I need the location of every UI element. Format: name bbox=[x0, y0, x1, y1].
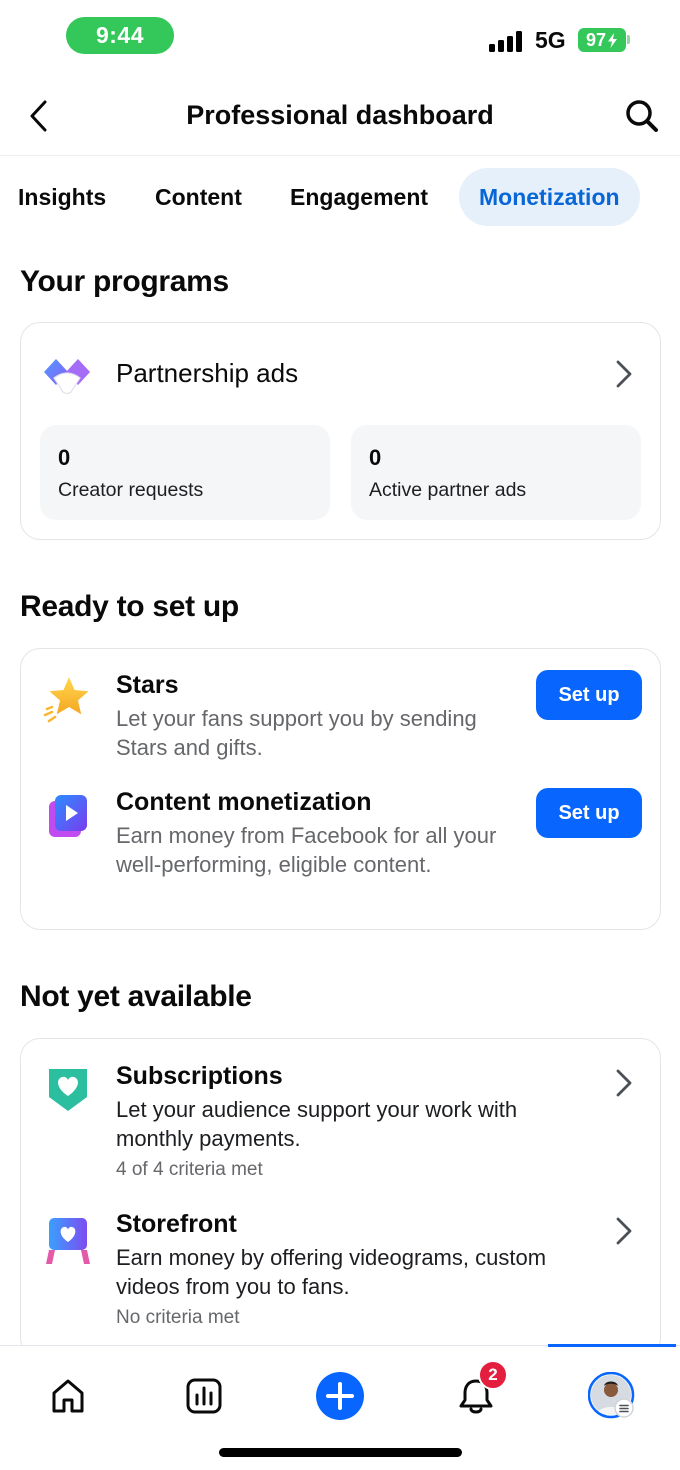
subscriptions-row[interactable]: Subscriptions Let your audience support … bbox=[21, 1039, 659, 1189]
chevron-right-icon bbox=[616, 360, 632, 388]
partnership-handshake-icon bbox=[44, 359, 90, 395]
content-monetization-description: Earn money from Facebook for all your we… bbox=[116, 823, 497, 877]
create-plus-icon bbox=[316, 1372, 364, 1420]
page-title: Professional dashboard bbox=[186, 100, 494, 130]
heart-badge-icon bbox=[49, 1069, 87, 1111]
network-label: 5G bbox=[535, 27, 566, 53]
not-yet-available-card: Subscriptions Let your audience support … bbox=[20, 1038, 661, 1358]
nav-insights[interactable] bbox=[174, 1366, 234, 1426]
insights-chart-icon bbox=[186, 1378, 222, 1414]
search-icon bbox=[626, 100, 658, 132]
status-bar: 9:44 5G 97 bbox=[0, 0, 680, 78]
nav-home[interactable] bbox=[38, 1366, 98, 1426]
ready-to-set-up-card: Stars Let your fans support you by sendi… bbox=[20, 648, 661, 930]
home-icon bbox=[52, 1379, 84, 1413]
header: Professional dashboard bbox=[0, 78, 680, 156]
subscriptions-criteria: 4 of 4 criteria met bbox=[116, 1159, 263, 1180]
storefront-criteria: No criteria met bbox=[116, 1307, 240, 1328]
storefront-icon bbox=[46, 1218, 90, 1264]
partnership-ads-title: Partnership ads bbox=[116, 358, 299, 388]
play-icon bbox=[49, 795, 87, 837]
active-partner-ads-value: 0 bbox=[369, 445, 382, 470]
nav-create[interactable] bbox=[310, 1366, 370, 1426]
charging-bolt-icon bbox=[608, 32, 618, 48]
stars-description: Let your fans support you by sending Sta… bbox=[116, 706, 477, 760]
section-title-not-yet-available: Not yet available bbox=[20, 980, 252, 1013]
stars-title: Stars bbox=[116, 671, 179, 699]
profile-avatar bbox=[588, 1372, 635, 1419]
partnership-ads-card: Partnership ads 0 Creator requests 0 Act… bbox=[20, 322, 661, 540]
tab-engagement[interactable]: Engagement bbox=[290, 168, 428, 226]
active-partner-ads-label: Active partner ads bbox=[369, 479, 527, 501]
active-tab-indicator bbox=[548, 1344, 676, 1347]
chevron-right-icon bbox=[616, 1217, 632, 1245]
storefront-row[interactable]: Storefront Earn money by offering videog… bbox=[21, 1194, 659, 1344]
creator-requests-stat[interactable]: 0 Creator requests bbox=[40, 425, 330, 520]
home-indicator bbox=[219, 1448, 462, 1457]
chevron-right-icon bbox=[616, 1069, 632, 1097]
storefront-description: Earn money by offering videograms, custo… bbox=[116, 1245, 547, 1299]
tab-insights[interactable]: Insights bbox=[18, 168, 106, 226]
active-partner-ads-stat[interactable]: 0 Active partner ads bbox=[351, 425, 641, 520]
battery-nub bbox=[627, 35, 630, 44]
search-button[interactable] bbox=[620, 94, 664, 138]
battery-icon: 97 bbox=[578, 28, 626, 52]
notification-badge: 2 bbox=[478, 1360, 508, 1390]
creator-requests-value: 0 bbox=[58, 445, 71, 470]
stars-set-up-button[interactable]: Set up bbox=[536, 670, 642, 720]
creator-requests-label: Creator requests bbox=[58, 479, 204, 501]
tab-content[interactable]: Content bbox=[155, 168, 242, 226]
tab-monetization[interactable]: Monetization bbox=[459, 168, 640, 226]
partnership-ads-row[interactable]: Partnership ads bbox=[21, 323, 659, 423]
tab-bar: Insights Content Engagement Monetization bbox=[0, 168, 680, 228]
signal-icon bbox=[489, 30, 525, 52]
nav-profile[interactable] bbox=[582, 1366, 642, 1426]
section-title-your-programs: Your programs bbox=[20, 265, 229, 298]
subscriptions-title: Subscriptions bbox=[116, 1062, 283, 1090]
subscriptions-description: Let your audience support your work with… bbox=[116, 1097, 518, 1151]
content-monetization-title: Content monetization bbox=[116, 788, 372, 816]
star-icon bbox=[43, 677, 89, 723]
battery-level: 97 bbox=[585, 29, 607, 50]
status-time: 9:44 bbox=[66, 17, 174, 54]
content-monetization-set-up-button[interactable]: Set up bbox=[536, 788, 642, 838]
section-title-ready-to-set-up: Ready to set up bbox=[20, 590, 239, 623]
storefront-title: Storefront bbox=[116, 1210, 237, 1238]
